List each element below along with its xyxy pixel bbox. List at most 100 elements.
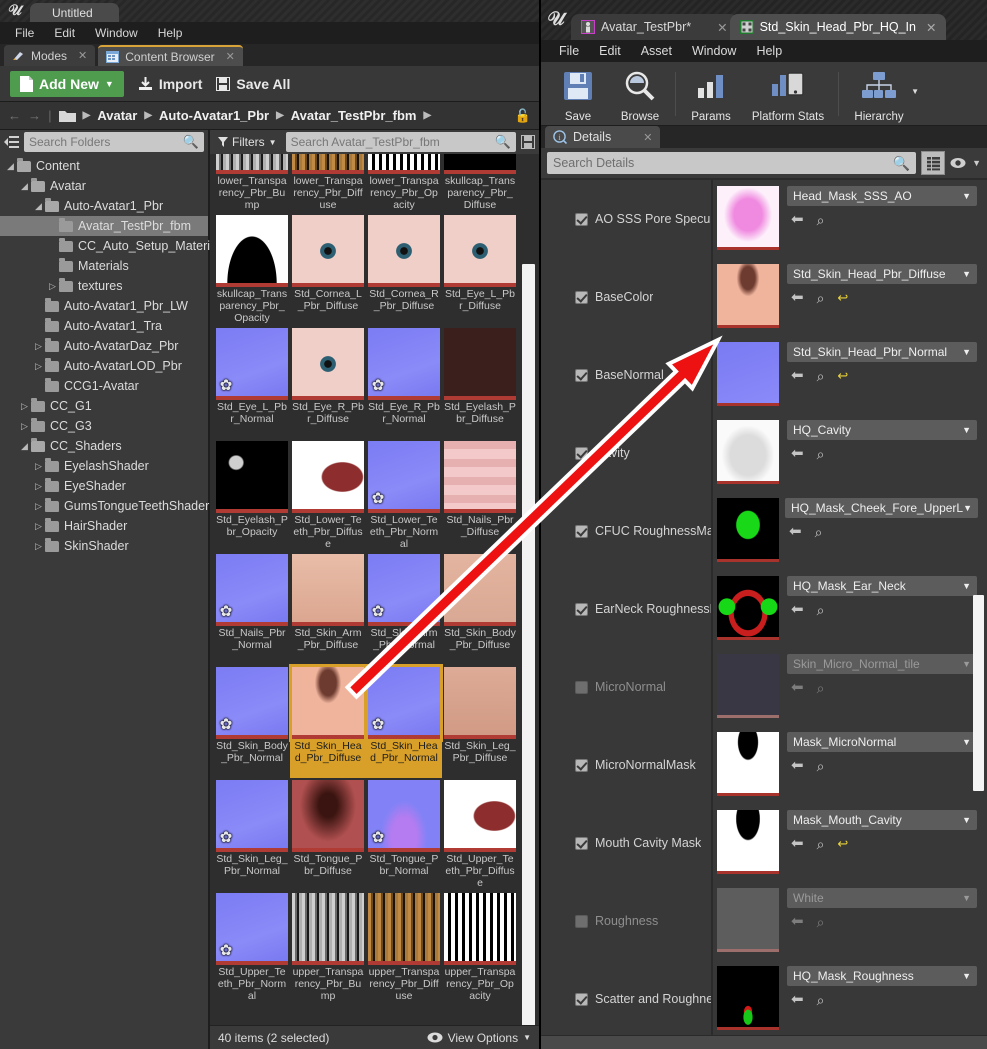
parameter-checkbox[interactable] [575,758,588,772]
save-button[interactable]: Save [547,65,609,123]
parameter-thumbnail[interactable] [717,576,779,640]
tree-item[interactable]: ▷ HairShader [0,516,208,536]
tree-item[interactable]: ▷ Auto-AvatarDaz_Pbr [0,336,208,356]
asset-item[interactable]: skullcap_Transparency_Pbr_Opacity [214,215,290,326]
tree-item[interactable]: Materials [0,256,208,276]
twisty-closed-icon[interactable]: ▷ [18,401,31,412]
tree-item[interactable]: ▷ EyeShader [0,476,208,496]
details-parameter-list[interactable]: AO SSS Pore SpecularHead_Mask_SSS_AO▼⬅⌕B… [541,180,987,1049]
chevron-down-icon[interactable]: ▼ [962,581,971,591]
import-button[interactable]: Import [138,76,202,92]
asset-item[interactable]: upper_Transparency_Pbr_Bump [290,893,366,1004]
tree-item[interactable]: ▷ GumsTongueTeethShader [0,496,209,516]
parameter-checkbox[interactable] [575,836,588,850]
parameter-row[interactable]: Roughness White ▼ ⬅ ⌕ [541,882,987,960]
twisty-closed-icon[interactable]: ▷ [32,541,45,552]
parameter-thumbnail[interactable] [717,732,779,796]
parameter-thumbnail-cell[interactable] [713,258,781,336]
editor-tab-avatar[interactable]: Avatar_TestPbr* ✕ [571,14,738,40]
asset-item[interactable]: upper_Transparency_Pbr_Diffuse [366,893,442,1004]
asset-item[interactable]: Std_Eyelash_Pbr_Opacity [214,441,290,552]
asset-item[interactable]: lower_Transparency_Pbr_Diffuse [290,154,366,213]
search-folders-input[interactable]: Search Folders 🔍 [24,132,204,152]
chevron-down-icon[interactable]: ▼ [962,659,971,669]
tree-item[interactable]: ◢ Auto-Avatar1_Pbr [0,196,208,216]
asset-item[interactable]: skullcap_Transparency_Pbr_Diffuse [442,154,517,213]
asset-item[interactable]: ✿ Std_Eye_R_Pbr_Normal [366,328,442,439]
search-details-input[interactable]: Search Details 🔍 [547,152,917,174]
filters-button[interactable]: Filters ▼ [214,135,281,149]
parameter-thumbnail[interactable] [717,888,779,952]
cb-window-tab[interactable]: Untitled [30,3,119,22]
parameter-row[interactable]: BaseColor Std_Skin_Head_Pbr_Diffuse ▼ ⬅ ⌕ ↩ [541,258,987,336]
parameter-asset-combo[interactable]: Std_Skin_Head_Pbr_Diffuse ▼ [787,264,977,284]
browse-to-asset-icon[interactable]: ⌕ [817,915,825,929]
parameter-checkbox[interactable] [575,290,588,304]
parameter-thumbnail-cell[interactable] [713,180,781,258]
browse-to-asset-icon[interactable]: ⌕ [817,837,825,851]
tree-item[interactable]: ▷ textures [0,276,208,296]
tree-item[interactable]: ◢ CC_Shaders [0,436,208,456]
asset-item[interactable]: lower_Transparency_Pbr_Bump [214,154,290,213]
browse-to-asset-icon[interactable]: ⌕ [817,603,825,617]
chevron-down-icon[interactable]: ▼ [962,347,971,357]
tree-item[interactable]: ◢ Content [0,156,208,176]
asset-item[interactable]: ✿ Std_Upper_Teeth_Pbr_Normal [214,893,290,1004]
parameter-checkbox[interactable] [575,446,588,460]
editor-tab-avatar-close-icon[interactable]: ✕ [717,20,727,35]
parameter-thumbnail-cell[interactable] [713,648,781,726]
parameter-row[interactable]: Mouth Cavity Mask Mask_Mouth_Cavity ▼ ⬅ ⌕ ↩ [541,804,987,882]
reset-to-default-icon[interactable]: ↩ [837,291,848,304]
add-new-button[interactable]: Add New ▼ [10,70,124,97]
browse-to-asset-icon[interactable]: ⌕ [817,369,825,383]
reset-to-default-icon[interactable]: ↩ [837,369,848,382]
asset-item[interactable]: Std_Nails_Pbr_Diffuse [442,441,517,552]
browse-to-asset-icon[interactable]: ⌕ [817,291,825,305]
chevron-down-icon[interactable]: ▼ [962,893,971,903]
asset-item[interactable]: Std_Upper_Teeth_Pbr_Diffuse [442,780,517,891]
me-menu-edit[interactable]: Edit [589,42,631,60]
tree-toggle-icon[interactable] [4,135,20,149]
use-selected-asset-icon[interactable]: ⬅ [791,680,804,695]
use-selected-asset-icon[interactable]: ⬅ [791,290,804,305]
cb-menu-window[interactable]: Window [86,24,147,42]
browse-to-asset-icon[interactable]: ⌕ [817,993,825,1007]
details-eye-icon[interactable] [950,157,967,169]
cb-menu-edit[interactable]: Edit [45,24,84,42]
asset-item[interactable]: Std_Lower_Teeth_Pbr_Diffuse [290,441,366,552]
search-assets-input[interactable]: Search Avatar_TestPbr_fbm 🔍 [285,132,516,152]
asset-item[interactable]: ✿ Std_Skin_Head_Pbr_Normal [365,664,443,778]
tree-item[interactable]: Auto-Avatar1_Pbr_LW [0,296,208,316]
tab-content-browser[interactable]: Content Browser ✕ [98,45,243,66]
tree-item[interactable]: ▷ CC_G3 [0,416,208,436]
use-selected-asset-icon[interactable]: ⬅ [791,758,804,773]
parameter-thumbnail[interactable] [717,186,779,250]
asset-item[interactable]: Std_Eye_L_Pbr_Diffuse [442,215,517,326]
chevron-down-icon[interactable]: ▼ [962,425,971,435]
parameter-row[interactable]: Cavity HQ_Cavity ▼ ⬅ ⌕ [541,414,987,492]
use-selected-asset-icon[interactable]: ⬅ [791,914,804,929]
asset-item[interactable]: Std_Eyelash_Pbr_Diffuse [442,328,517,439]
parameter-asset-combo[interactable]: HQ_Mask_Ear_Neck ▼ [787,576,977,596]
details-scrollbar[interactable] [973,180,984,1049]
tree-item[interactable]: Auto-Avatar1_Tra [0,316,208,336]
twisty-closed-icon[interactable]: ▷ [32,461,45,472]
chevron-down-icon[interactable]: ▼ [963,503,972,513]
tree-item[interactable]: ▷ Auto-AvatarLOD_Pbr [0,356,208,376]
asset-grid-scrollbar[interactable] [522,156,535,1034]
parameter-thumbnail-cell[interactable] [713,960,781,1038]
twisty-closed-icon[interactable]: ▷ [32,501,45,512]
parameter-row[interactable]: BaseNormal Std_Skin_Head_Pbr_Normal ▼ ⬅ ⌕ ↩ [541,336,987,414]
asset-item[interactable]: Std_Skin_Arm_Pbr_Diffuse [290,554,366,665]
folder-root-icon[interactable] [58,109,76,122]
tab-content-browser-close-icon[interactable]: ✕ [226,50,235,63]
tree-item[interactable]: Avatar_TestPbr_fbm [0,216,208,236]
tree-item[interactable]: CC_Auto_Setup_Material [0,236,220,256]
tree-item[interactable]: CCG1-Avatar [0,376,208,396]
parameter-thumbnail-cell[interactable] [713,570,781,648]
browse-to-asset-icon[interactable]: ⌕ [817,447,825,461]
chevron-down-icon[interactable]: ▼ [962,971,971,981]
asset-item[interactable]: ✿ Std_Skin_Body_Pbr_Normal [214,667,290,778]
parameter-thumbnail[interactable] [717,654,779,718]
asset-item[interactable]: ✿ Std_Nails_Pbr_Normal [214,554,290,665]
